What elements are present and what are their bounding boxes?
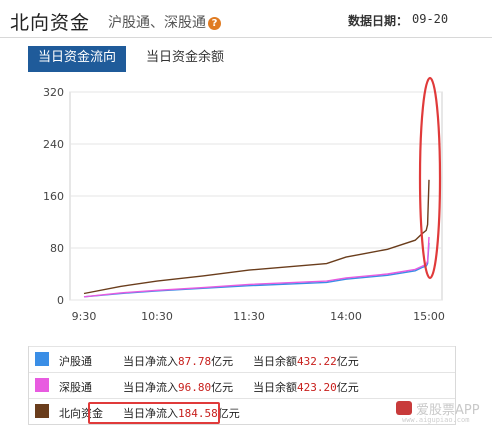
question-icon[interactable]: ? <box>208 17 221 30</box>
legend-inflow: 当日净流入96.80亿元 <box>123 379 233 395</box>
inflow-highlight-box <box>88 402 220 424</box>
legend-row-sz: 深股通 当日净流入96.80亿元 当日余额423.20亿元 <box>29 372 455 399</box>
legend-name: 沪股通 <box>59 355 92 368</box>
legend-unit: 亿元 <box>217 407 240 420</box>
x-tick-label: 9:30 <box>72 310 97 323</box>
legend-inflow-value: 96.80 <box>178 381 212 394</box>
tab-daily-flow[interactable]: 当日资金流向 <box>28 46 126 70</box>
y-tick-label: 240 <box>43 138 64 151</box>
tab-daily-balance[interactable]: 当日资金余额 <box>146 46 224 70</box>
legend-balance-value: 423.20 <box>297 381 337 394</box>
watermark: 爱股票APP www.aigupiao.com <box>396 398 490 426</box>
legend-swatch <box>35 378 49 392</box>
legend-balance: 当日余额423.20亿元 <box>253 379 359 395</box>
x-tick-label: 10:30 <box>141 310 173 323</box>
series-line-1 <box>83 236 430 298</box>
header: 北向资金 沪股通、深股通? 数据日期： 09-20 <box>0 0 492 38</box>
legend-row-sh: 沪股通 当日净流入87.78亿元 当日余额432.22亿元 <box>29 346 455 373</box>
page-title: 北向资金 <box>10 12 91 34</box>
x-tick-label: 15:00 <box>413 310 445 323</box>
watermark-logo-icon <box>396 401 412 415</box>
legend-unit: 亿元 <box>211 355 234 368</box>
page-subtitle: 沪股通、深股通? <box>108 12 221 32</box>
y-tick-label: 160 <box>43 190 64 203</box>
legend-unit: 亿元 <box>211 381 234 394</box>
legend-swatch <box>35 352 49 366</box>
active-tab-indicator <box>28 70 126 72</box>
date-value: 09-20 <box>412 12 449 26</box>
legend-swatch <box>35 404 49 418</box>
y-tick-label: 0 <box>57 294 64 307</box>
legend-inflow: 当日净流入87.78亿元 <box>123 353 233 369</box>
date-label: 数据日期： <box>348 14 409 28</box>
legend-balance-value: 432.22 <box>297 355 337 368</box>
header-divider <box>0 37 492 38</box>
legend-unit: 亿元 <box>336 355 359 368</box>
y-tick-label: 320 <box>43 86 64 99</box>
x-tick-label: 14:00 <box>330 310 362 323</box>
legend-inflow-value: 87.78 <box>178 355 212 368</box>
legend-balance: 当日余额432.22亿元 <box>253 353 359 369</box>
legend-unit: 亿元 <box>336 381 359 394</box>
legend-balance-label: 当日余额 <box>253 381 297 394</box>
legend-balance-label: 当日余额 <box>253 355 297 368</box>
flow-line-chart: 0 80 160 240 320 9:30 10:30 11:30 14:00 15:00 <box>43 76 445 323</box>
legend-inflow-label: 当日净流入 <box>123 381 178 394</box>
subtitle-text: 沪股通、深股通 <box>108 15 206 31</box>
legend-inflow-label: 当日净流入 <box>123 355 178 368</box>
y-tick-label: 80 <box>50 242 64 255</box>
legend-name: 深股通 <box>59 381 92 394</box>
x-tick-label: 11:30 <box>233 310 265 323</box>
watermark-url: www.aigupiao.com <box>402 416 470 424</box>
